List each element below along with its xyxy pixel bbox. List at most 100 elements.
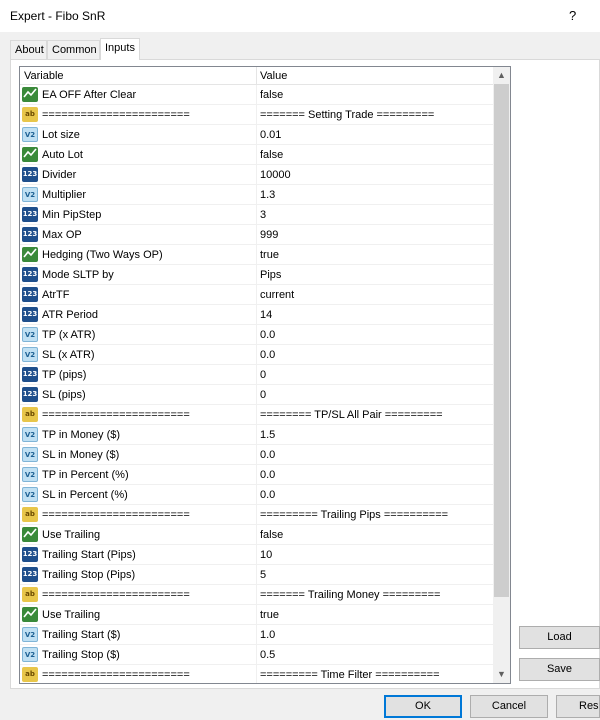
- param-name: =======================: [42, 109, 190, 121]
- param-row[interactable]: V2 TP in Money ($) 1.5: [20, 425, 493, 445]
- param-value[interactable]: 0: [260, 369, 266, 381]
- grid-rows: EA OFF After Clear false ab ===============…: [20, 85, 493, 683]
- cancel-button[interactable]: Cancel: [470, 695, 548, 718]
- param-value[interactable]: 10: [260, 549, 272, 561]
- tab-common[interactable]: Common: [47, 40, 100, 59]
- param-value[interactable]: 0.0: [260, 469, 275, 481]
- param-value[interactable]: false: [260, 89, 283, 101]
- param-row[interactable]: Use Trailing true: [20, 605, 493, 625]
- bool-icon: [22, 147, 38, 162]
- column-divider: [256, 525, 257, 545]
- param-row[interactable]: V2 Lot size 0.01: [20, 125, 493, 145]
- param-value[interactable]: false: [260, 529, 283, 541]
- double-icon: V2: [22, 127, 38, 142]
- bool-icon: [22, 247, 38, 262]
- param-value[interactable]: true: [260, 609, 279, 621]
- param-row[interactable]: V2 SL in Money ($) 0.0: [20, 445, 493, 465]
- param-value[interactable]: ========= Trailing Pips ==========: [260, 509, 448, 521]
- param-row[interactable]: ab ======================= ======= Setting…: [20, 105, 493, 125]
- param-row[interactable]: 123 ATR Period 14: [20, 305, 493, 325]
- param-value[interactable]: 0.01: [260, 129, 281, 141]
- tab-inputs[interactable]: Inputs: [100, 38, 140, 60]
- param-row[interactable]: Auto Lot false: [20, 145, 493, 165]
- param-row[interactable]: EA OFF After Clear false: [20, 85, 493, 105]
- param-row[interactable]: ab ======================= ======== TP/SL …: [20, 405, 493, 425]
- param-row[interactable]: 123 Trailing Stop (Pips) 5: [20, 565, 493, 585]
- double-icon: V2: [22, 327, 38, 342]
- param-value[interactable]: ======= Trailing Money =========: [260, 589, 440, 601]
- param-value[interactable]: 1.3: [260, 189, 275, 201]
- string-icon: ab: [22, 107, 38, 122]
- param-value[interactable]: 0: [260, 389, 266, 401]
- param-row[interactable]: 123 TP (pips) 0: [20, 365, 493, 385]
- header-divider[interactable]: [256, 67, 257, 85]
- param-value[interactable]: 3: [260, 209, 266, 221]
- double-icon: V2: [22, 627, 38, 642]
- param-value[interactable]: 5: [260, 569, 266, 581]
- param-value[interactable]: true: [260, 249, 279, 261]
- param-row[interactable]: 123 Min PipStep 3: [20, 205, 493, 225]
- param-name: Trailing Start (Pips): [42, 549, 136, 561]
- param-value[interactable]: Pips: [260, 269, 281, 281]
- param-name: ATR Period: [42, 309, 99, 321]
- param-row[interactable]: V2 TP in Percent (%) 0.0: [20, 465, 493, 485]
- help-button[interactable]: ?: [569, 8, 576, 23]
- vertical-scrollbar[interactable]: ▲ ▼: [493, 67, 510, 683]
- param-value[interactable]: 14: [260, 309, 272, 321]
- param-row[interactable]: V2 Multiplier 1.3: [20, 185, 493, 205]
- param-row[interactable]: V2 SL (x ATR) 0.0: [20, 345, 493, 365]
- param-value[interactable]: ======= Setting Trade =========: [260, 109, 434, 121]
- param-value[interactable]: 0.0: [260, 349, 275, 361]
- param-value[interactable]: 1.0: [260, 629, 275, 641]
- param-row[interactable]: Use Trailing false: [20, 525, 493, 545]
- double-icon: V2: [22, 467, 38, 482]
- column-divider: [256, 245, 257, 265]
- param-name: Mode SLTP by: [42, 269, 114, 281]
- param-value[interactable]: false: [260, 149, 283, 161]
- column-divider: [256, 585, 257, 605]
- param-row[interactable]: 123 AtrTF current: [20, 285, 493, 305]
- param-value[interactable]: 1.5: [260, 429, 275, 441]
- param-row[interactable]: V2 TP (x ATR) 0.0: [20, 325, 493, 345]
- param-value[interactable]: ======== TP/SL All Pair =========: [260, 409, 443, 421]
- scroll-up-icon[interactable]: ▲: [493, 67, 510, 84]
- param-row[interactable]: V2 SL in Percent (%) 0.0: [20, 485, 493, 505]
- load-button[interactable]: Load: [519, 626, 600, 649]
- param-row[interactable]: V2 Trailing Stop ($) 0.5: [20, 645, 493, 665]
- param-value[interactable]: 0.5: [260, 649, 275, 661]
- header-value[interactable]: Value: [260, 70, 287, 82]
- window-title: Expert - Fibo SnR: [10, 9, 106, 23]
- param-row[interactable]: Hedging (Two Ways OP) true: [20, 245, 493, 265]
- param-value[interactable]: current: [260, 289, 294, 301]
- param-row[interactable]: ab ======================= ========= Time …: [20, 665, 493, 683]
- param-row[interactable]: V2 Trailing Start ($) 1.0: [20, 625, 493, 645]
- tab-about[interactable]: About: [10, 40, 47, 59]
- param-value[interactable]: 0.0: [260, 489, 275, 501]
- ok-button[interactable]: OK: [384, 695, 462, 718]
- column-divider: [256, 645, 257, 665]
- param-value[interactable]: 0.0: [260, 329, 275, 341]
- param-row[interactable]: 123 Trailing Start (Pips) 10: [20, 545, 493, 565]
- param-value[interactable]: 999: [260, 229, 278, 241]
- param-row[interactable]: 123 Mode SLTP by Pips: [20, 265, 493, 285]
- reset-button[interactable]: Res: [556, 695, 600, 718]
- param-name: =======================: [42, 669, 190, 681]
- param-row[interactable]: 123 Max OP 999: [20, 225, 493, 245]
- param-row[interactable]: 123 Divider 10000: [20, 165, 493, 185]
- param-row[interactable]: 123 SL (pips) 0: [20, 385, 493, 405]
- column-divider: [256, 125, 257, 145]
- column-divider: [256, 565, 257, 585]
- param-value[interactable]: ========= Time Filter ==========: [260, 669, 440, 681]
- param-value[interactable]: 10000: [260, 169, 291, 181]
- column-divider: [256, 465, 257, 485]
- header-variable[interactable]: Variable: [24, 70, 64, 82]
- save-button[interactable]: Save: [519, 658, 600, 681]
- param-row[interactable]: ab ======================= ======= Trailin…: [20, 585, 493, 605]
- scroll-down-icon[interactable]: ▼: [493, 666, 510, 683]
- integer-icon: 123: [22, 307, 38, 322]
- param-row[interactable]: ab ======================= ========= Trail…: [20, 505, 493, 525]
- param-name: Multiplier: [42, 189, 87, 201]
- param-value[interactable]: 0.0: [260, 449, 275, 461]
- scroll-thumb[interactable]: [494, 84, 509, 597]
- column-divider: [256, 325, 257, 345]
